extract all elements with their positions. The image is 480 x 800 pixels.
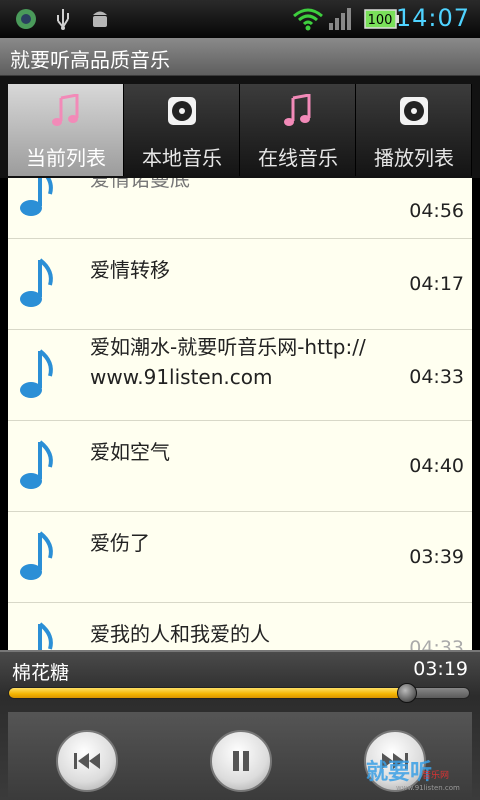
- song-duration: 04:33: [409, 637, 464, 650]
- tab-label: 本地音乐: [142, 146, 222, 170]
- usb-icon: [57, 9, 69, 30]
- seek-progress: [9, 688, 407, 698]
- pause-button[interactable]: [210, 730, 272, 792]
- song-row[interactable]: 爱情转移 04:17: [8, 239, 472, 330]
- song-name: 爱情转移: [90, 258, 170, 282]
- status-time: 14:07: [395, 4, 470, 32]
- disc-icon: [400, 97, 428, 125]
- android-debug-icon: [93, 11, 107, 27]
- music-note-icon: [38, 622, 53, 650]
- tab-playlists[interactable]: 播放列表: [356, 84, 472, 176]
- song-name: 爱我的人和我爱的人: [90, 622, 270, 646]
- pause-icon: [233, 751, 249, 771]
- wifi-icon: [293, 8, 323, 31]
- tab-bar: 当前列表 本地音乐 在线音乐 播放列表: [0, 76, 480, 178]
- title-bar: 就要听高品质音乐: [0, 38, 480, 76]
- song-duration: 04:56: [409, 200, 464, 222]
- watermark-sub: 音乐网: [422, 771, 450, 781]
- tab-label: 在线音乐: [258, 146, 338, 170]
- watermark-logo: 就要听 音乐网 www.91listen.com: [346, 752, 478, 794]
- music-note-icon: [284, 94, 311, 126]
- song-name: 爱如空气: [90, 440, 170, 464]
- now-playing-title: 棉花糖: [12, 662, 70, 684]
- song-duration: 04:33: [409, 366, 464, 388]
- song-row[interactable]: 爱伤了 03:39: [8, 512, 472, 603]
- song-name: 爱伤了: [90, 531, 150, 555]
- song-duration: 03:39: [409, 546, 464, 568]
- app-title: 就要听高品质音乐: [10, 48, 170, 72]
- tab-current-list[interactable]: 当前列表: [8, 84, 124, 176]
- song-name: 爱如潮水-就要听音乐网-http:// www.91listen.com: [90, 332, 406, 392]
- song-row[interactable]: 爱我的人和我爱的人 04:33: [8, 603, 472, 650]
- song-name-line: www.91listen.com: [90, 365, 273, 389]
- music-note-icon: [20, 531, 53, 580]
- song-duration: 04:40: [409, 455, 464, 477]
- disc-icon: [168, 97, 196, 125]
- song-list[interactable]: 爱情诺曼底 04:56 爱情转移 04:17 爱如潮水-就要听音乐网-http:…: [8, 178, 472, 650]
- signal-icon: [329, 8, 351, 30]
- app-notification-icon: [16, 9, 36, 29]
- music-note-icon: [20, 258, 53, 307]
- song-row[interactable]: 爱情诺曼底 04:56: [8, 178, 472, 239]
- song-row[interactable]: 爱如空气 04:40: [8, 421, 472, 512]
- elapsed-time: 03:19: [413, 658, 468, 680]
- tab-online-music[interactable]: 在线音乐: [240, 84, 356, 176]
- previous-button[interactable]: [56, 730, 118, 792]
- song-duration: 04:17: [409, 273, 464, 295]
- song-name: 爱情诺曼底: [90, 178, 190, 191]
- battery-level: 100: [368, 13, 393, 28]
- music-note-icon: [20, 349, 53, 398]
- watermark-url: www.91listen.com: [396, 784, 460, 792]
- tab-local-music[interactable]: 本地音乐: [124, 84, 240, 176]
- music-note-icon: [20, 178, 53, 216]
- music-note-icon: [52, 94, 79, 126]
- battery-icon: 100: [364, 9, 399, 29]
- seek-bar[interactable]: [8, 683, 470, 703]
- song-row[interactable]: 爱如潮水-就要听音乐网-http:// www.91listen.com 04:…: [8, 330, 472, 421]
- song-name-line: 爱如潮水-就要听音乐网-http://: [90, 335, 366, 359]
- previous-icon: [74, 753, 100, 769]
- music-note-icon: [20, 440, 53, 489]
- seek-thumb[interactable]: [396, 683, 417, 703]
- status-bar: 100 14:07: [0, 0, 480, 38]
- tab-label: 当前列表: [26, 146, 106, 170]
- tab-label: 播放列表: [374, 146, 454, 170]
